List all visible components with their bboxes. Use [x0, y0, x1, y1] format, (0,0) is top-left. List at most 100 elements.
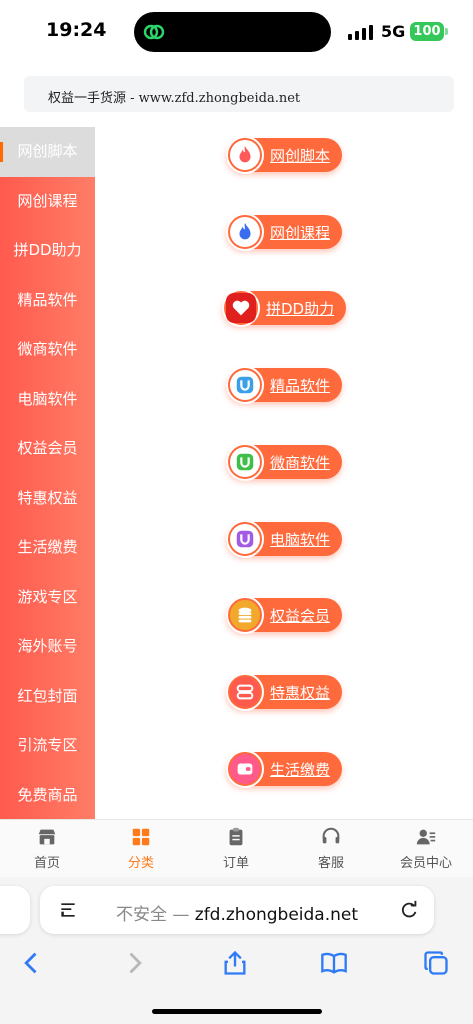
sidebar-item-games[interactable]: 游戏专区 — [0, 573, 95, 623]
category-button-special-offers[interactable]: 特惠权益 — [226, 673, 342, 711]
category-button-course[interactable]: 网创课程 — [226, 213, 342, 251]
category-label: 生活缴费 — [270, 761, 331, 779]
sidebar-item-wechat-business[interactable]: 微商软件 — [0, 325, 95, 375]
sidebar-item-traffic[interactable]: 引流专区 — [0, 721, 95, 771]
category-sidebar: 网创脚本 网创课程 拼DD助力 精品软件 微商软件 电脑软件 权益会员 特惠权益… — [0, 127, 95, 819]
sidebar-item-pdd[interactable]: 拼DD助力 — [0, 226, 95, 276]
category-icon-wrap — [226, 596, 264, 634]
category-label: 特惠权益 — [270, 684, 331, 702]
category-button-wechat-business[interactable]: 微商软件 — [226, 443, 342, 481]
clipboard-icon — [229, 827, 243, 846]
tabs-icon[interactable] — [422, 949, 450, 977]
sidebar-item-label: 特惠权益 — [17, 488, 78, 507]
category-label: 拼DD助力 — [266, 300, 335, 318]
share-icon[interactable] — [221, 949, 249, 977]
sidebar-item-overseas-accounts[interactable]: 海外账号 — [0, 622, 95, 672]
category-label: 电脑软件 — [270, 531, 331, 549]
tab-orders[interactable]: 订单 — [189, 820, 283, 878]
network-label: 5G — [381, 22, 406, 41]
reload-icon[interactable] — [398, 899, 420, 921]
browser-toolbar: 不安全 — zfd.zhongbeida.net — [0, 877, 473, 1024]
tab-member-center[interactable]: 会员中心 — [379, 820, 473, 878]
category-button-script[interactable]: 网创脚本 — [226, 136, 342, 174]
sidebar-item-special-offers[interactable]: 特惠权益 — [0, 474, 95, 524]
headset-icon — [322, 827, 340, 844]
sidebar-item-label: 电脑软件 — [17, 389, 78, 408]
tab-label: 客服 — [317, 856, 344, 871]
sidebar-item-pc-software[interactable]: 电脑软件 — [0, 375, 95, 425]
tab-label: 分类 — [127, 856, 154, 871]
category-button-membership[interactable]: 权益会员 — [226, 596, 342, 634]
app-u-green-icon — [236, 453, 254, 471]
category-button-bill-payment[interactable]: 生活缴费 — [226, 750, 342, 788]
app-u-icon — [236, 376, 254, 394]
sidebar-item-label: 免费商品 — [17, 785, 78, 804]
category-icon-wrap — [226, 673, 264, 711]
battery-tip — [445, 28, 448, 35]
sidebar-item-label: 微商软件 — [17, 340, 78, 358]
category-label: 精品软件 — [270, 377, 331, 395]
tab-label: 会员中心 — [399, 856, 452, 871]
category-icon-wrap — [226, 750, 264, 788]
address-bar[interactable]: 不安全 — zfd.zhongbeida.net — [40, 886, 434, 934]
notice-bar: 权益一手货源 - www.zfd.zhongbeida.net — [24, 76, 454, 112]
tab-label: 订单 — [222, 856, 249, 871]
tab-label: 首页 — [33, 856, 60, 871]
store-icon — [38, 829, 56, 845]
wallet-icon — [237, 763, 253, 775]
previous-tab-card[interactable] — [0, 886, 30, 934]
bottom-tab-bar: 首页 分类 订单 客服 会员中心 — [0, 819, 473, 877]
category-button-pc-software[interactable]: 电脑软件 — [226, 520, 342, 558]
category-icon-wrap — [226, 443, 264, 481]
tab-home[interactable]: 首页 — [0, 820, 94, 878]
pdd-logo-icon — [232, 300, 250, 316]
user-card-icon — [416, 829, 436, 845]
url-display: 不安全 — zfd.zhongbeida.net — [40, 900, 434, 925]
sidebar-item-label: 权益会员 — [17, 439, 78, 457]
sidebar-item-label: 生活缴费 — [17, 538, 78, 556]
category-icon-wrap — [226, 520, 264, 558]
sidebar-item-premium-software[interactable]: 精品软件 — [0, 276, 95, 326]
coins-icon — [238, 607, 252, 623]
category-label: 微商软件 — [270, 454, 331, 472]
sidebar-item-free-goods[interactable]: 免费商品 — [0, 771, 95, 821]
tab-customer-service[interactable]: 客服 — [284, 820, 378, 878]
sidebar-item-label: 红包封面 — [17, 686, 78, 705]
stack-icon — [236, 684, 254, 700]
sidebar-item-bill-payment[interactable]: 生活缴费 — [0, 523, 95, 573]
sidebar-item-label: 网创课程 — [17, 191, 78, 210]
category-button-pdd[interactable]: 拼DD助力 — [222, 289, 346, 327]
url-domain: zfd.zhongbeida.net — [194, 905, 359, 925]
back-icon[interactable] — [18, 949, 46, 977]
tab-category[interactable]: 分类 — [94, 820, 188, 878]
forward-icon[interactable] — [120, 949, 148, 977]
category-icon-wrap — [226, 213, 264, 251]
active-indicator — [0, 142, 3, 162]
grid-icon — [132, 828, 150, 846]
flame-blue-icon — [239, 222, 251, 240]
sidebar-item-wangchuang-course[interactable]: 网创课程 — [0, 177, 95, 227]
category-button-premium-software[interactable]: 精品软件 — [226, 366, 342, 404]
status-bar: 19:24 5G 100 — [0, 0, 473, 62]
sidebar-item-membership[interactable]: 权益会员 — [0, 424, 95, 474]
bookmarks-icon[interactable] — [320, 949, 348, 977]
home-indicator — [152, 1009, 322, 1014]
sidebar-item-red-envelope[interactable]: 红包封面 — [0, 672, 95, 722]
sidebar-item-label: 海外账号 — [17, 637, 78, 655]
category-label: 权益会员 — [270, 607, 331, 625]
signal-icon — [348, 24, 374, 40]
flame-icon — [239, 145, 251, 163]
sidebar-item-wangchuang-script[interactable]: 网创脚本 — [0, 127, 95, 177]
insecure-label: 不安全 — — [115, 905, 190, 925]
category-icon-wrap — [226, 366, 264, 404]
category-icon-wrap — [226, 136, 264, 174]
sidebar-item-label: 网创脚本 — [17, 142, 78, 160]
dynamic-island — [134, 12, 331, 52]
notice-text: 权益一手货源 - www.zfd.zhongbeida.net — [48, 91, 301, 106]
category-icon-wrap — [222, 289, 260, 327]
battery-icon: 100 — [410, 22, 444, 41]
category-label: 网创脚本 — [270, 147, 331, 165]
sidebar-item-label: 拼DD助力 — [13, 241, 82, 259]
sidebar-item-label: 精品软件 — [17, 290, 78, 309]
sidebar-item-label: 引流专区 — [17, 736, 78, 754]
